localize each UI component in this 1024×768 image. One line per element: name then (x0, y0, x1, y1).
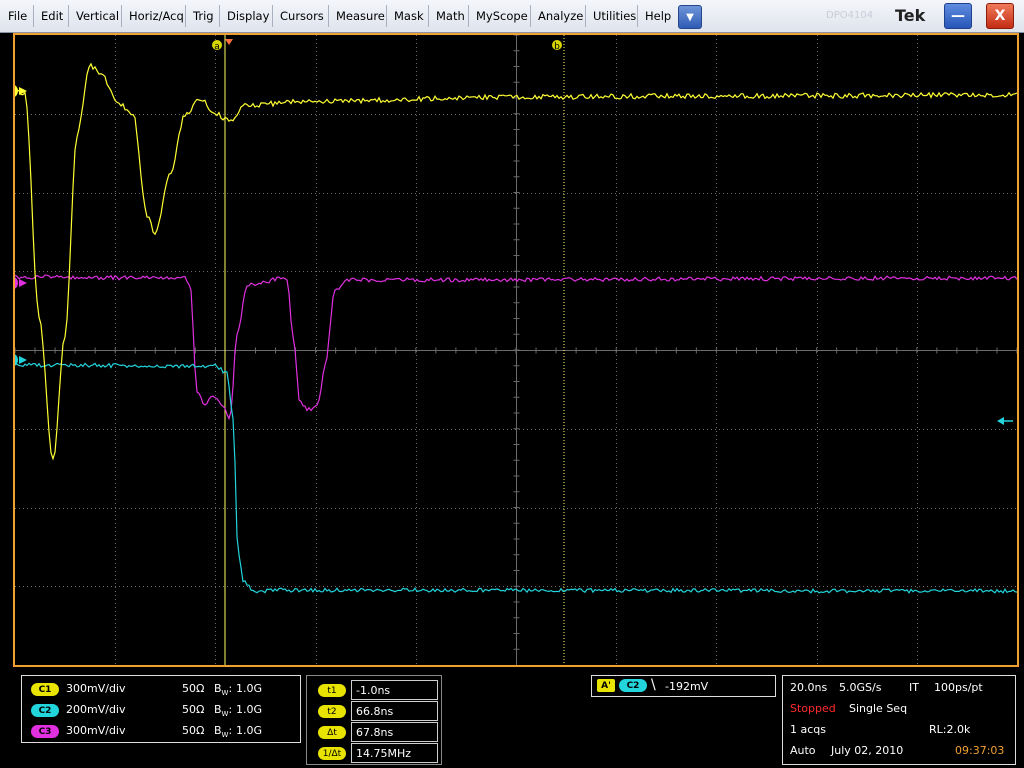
cursor-b-label: b (554, 42, 560, 52)
cursor-t1-box: -1.0ns (351, 680, 438, 700)
cursor-t2-value: 66.8ns (356, 705, 394, 718)
ch2-scale[interactable]: 200mV/div (66, 703, 126, 716)
menu-separator (637, 5, 638, 27)
falling-edge-icon: \ (651, 677, 656, 693)
menu-trig[interactable]: Trig (193, 9, 214, 23)
ch1-bandwidth-label: BW: (214, 682, 233, 698)
sequence-mode: Single Seq (849, 702, 908, 715)
readout-panel: C1 300mV/div 50Ω BW: 1.0G C2 200mV/div 5… (0, 669, 1024, 768)
menu-math[interactable]: Math (436, 9, 465, 23)
menu-horiz-acq[interactable]: Horiz/Acq (129, 9, 184, 23)
minimize-icon: — (951, 8, 965, 24)
trigger-mode: Auto (790, 744, 816, 757)
menu-separator (530, 5, 531, 27)
menu-help[interactable]: Help (645, 9, 671, 23)
menu-mask[interactable]: Mask (394, 9, 424, 23)
chevron-down-icon: ▼ (686, 11, 694, 23)
ch3-impedance: 50Ω (182, 724, 205, 737)
record-length: RL:2.0k (929, 723, 971, 736)
menu-separator (272, 5, 273, 27)
cursor-t2-badge[interactable]: t2 (318, 705, 346, 718)
date: July 02, 2010 (831, 744, 904, 757)
cursor-inverse-box: 14.75MHz (351, 743, 438, 763)
ch1-bandwidth: 1.0G (236, 682, 263, 695)
cursor-delta-box: 67.8ns (351, 722, 438, 742)
channel-settings-box: C1 300mV/div 50Ω BW: 1.0G C2 200mV/div 5… (21, 675, 301, 743)
menu-cursors[interactable]: Cursors (280, 9, 324, 23)
menu-separator (185, 5, 186, 27)
menu-file[interactable]: File (8, 9, 27, 23)
cursor-t1-badge[interactable]: t1 (318, 684, 346, 697)
cursor-inverse-badge[interactable]: 1/Δt (318, 747, 346, 760)
acq-status: Stopped (790, 702, 836, 715)
menu-separator (328, 5, 329, 27)
menu-edit[interactable]: Edit (41, 9, 63, 23)
trigger-level: -192mV (665, 680, 709, 693)
menu-separator (585, 5, 586, 27)
menu-utilities[interactable]: Utilities (593, 9, 636, 23)
cursor-inverse-value: 14.75MHz (356, 747, 412, 760)
close-button[interactable]: X (986, 3, 1014, 29)
menu-separator (386, 5, 387, 27)
ch2-bandwidth-label: BW: (214, 703, 233, 719)
menu-myscope[interactable]: MyScope (476, 9, 528, 23)
acq-count: 1 acqs (790, 723, 826, 736)
ch1-scale[interactable]: 300mV/div (66, 682, 126, 695)
timebase: 20.0ns (790, 681, 828, 694)
close-icon: X (994, 8, 1006, 24)
cursor-delta-value: 67.8ns (356, 726, 394, 739)
ch1-impedance: 50Ω (182, 682, 205, 695)
cursor-a-label: a (214, 42, 220, 52)
time: 09:37:03 (955, 744, 1005, 757)
menu-vertical[interactable]: Vertical (76, 9, 119, 23)
brand-logo: Tek (895, 6, 926, 25)
trigger-readout-box[interactable]: A' C2 \ -192mV (591, 675, 776, 697)
menu-display[interactable]: Display (227, 9, 269, 23)
trigger-position-icon (225, 39, 233, 45)
minimize-button[interactable]: — (944, 3, 972, 29)
ch2-badge[interactable]: C2 (31, 704, 59, 717)
menu-separator (428, 5, 429, 27)
cursor-t1-value: -1.0ns (356, 684, 391, 697)
cursor-delta-badge[interactable]: Δt (318, 726, 346, 739)
ch3-scale[interactable]: 300mV/div (66, 724, 126, 737)
menu-measure[interactable]: Measure (336, 9, 385, 23)
ch2-bandwidth: 1.0G (236, 703, 263, 716)
trigger-channel-badge: C2 (619, 679, 647, 692)
ch1-badge[interactable]: C1 (31, 683, 59, 696)
menu-dropdown-button[interactable]: ▼ (678, 5, 702, 29)
sample-rate: 5.0GS/s (839, 681, 882, 694)
waveform-display[interactable]: a b 1 3 2 (15, 35, 1017, 665)
ch2-impedance: 50Ω (182, 703, 205, 716)
graticule (15, 35, 1017, 665)
model-watermark: DPO4104 (826, 10, 874, 21)
menu-separator (68, 5, 69, 27)
menu-separator (33, 5, 34, 27)
acq-mode: IT (909, 681, 919, 694)
ch3-bandwidth-label: BW: (214, 724, 233, 740)
resolution: 100ps/pt (934, 681, 983, 694)
menu-analyze[interactable]: Analyze (538, 9, 583, 23)
trigger-level-arrow-icon (997, 417, 1013, 425)
ch3-badge[interactable]: C3 (31, 725, 59, 738)
trigger-source-badge: A' (597, 679, 615, 692)
ch3-marker[interactable]: 3 (15, 276, 27, 290)
acquisition-readout-box[interactable]: 20.0ns 5.0GS/s IT 100ps/pt Stopped Singl… (782, 675, 1016, 765)
ch3-bandwidth: 1.0G (236, 724, 263, 737)
cursor-t2-box: 66.8ns (351, 701, 438, 721)
menu-separator (219, 5, 220, 27)
menu-separator (468, 5, 469, 27)
menu-separator (121, 5, 122, 27)
menu-bar: File Edit Vertical Horiz/Acq Trig Displa… (0, 0, 1024, 33)
